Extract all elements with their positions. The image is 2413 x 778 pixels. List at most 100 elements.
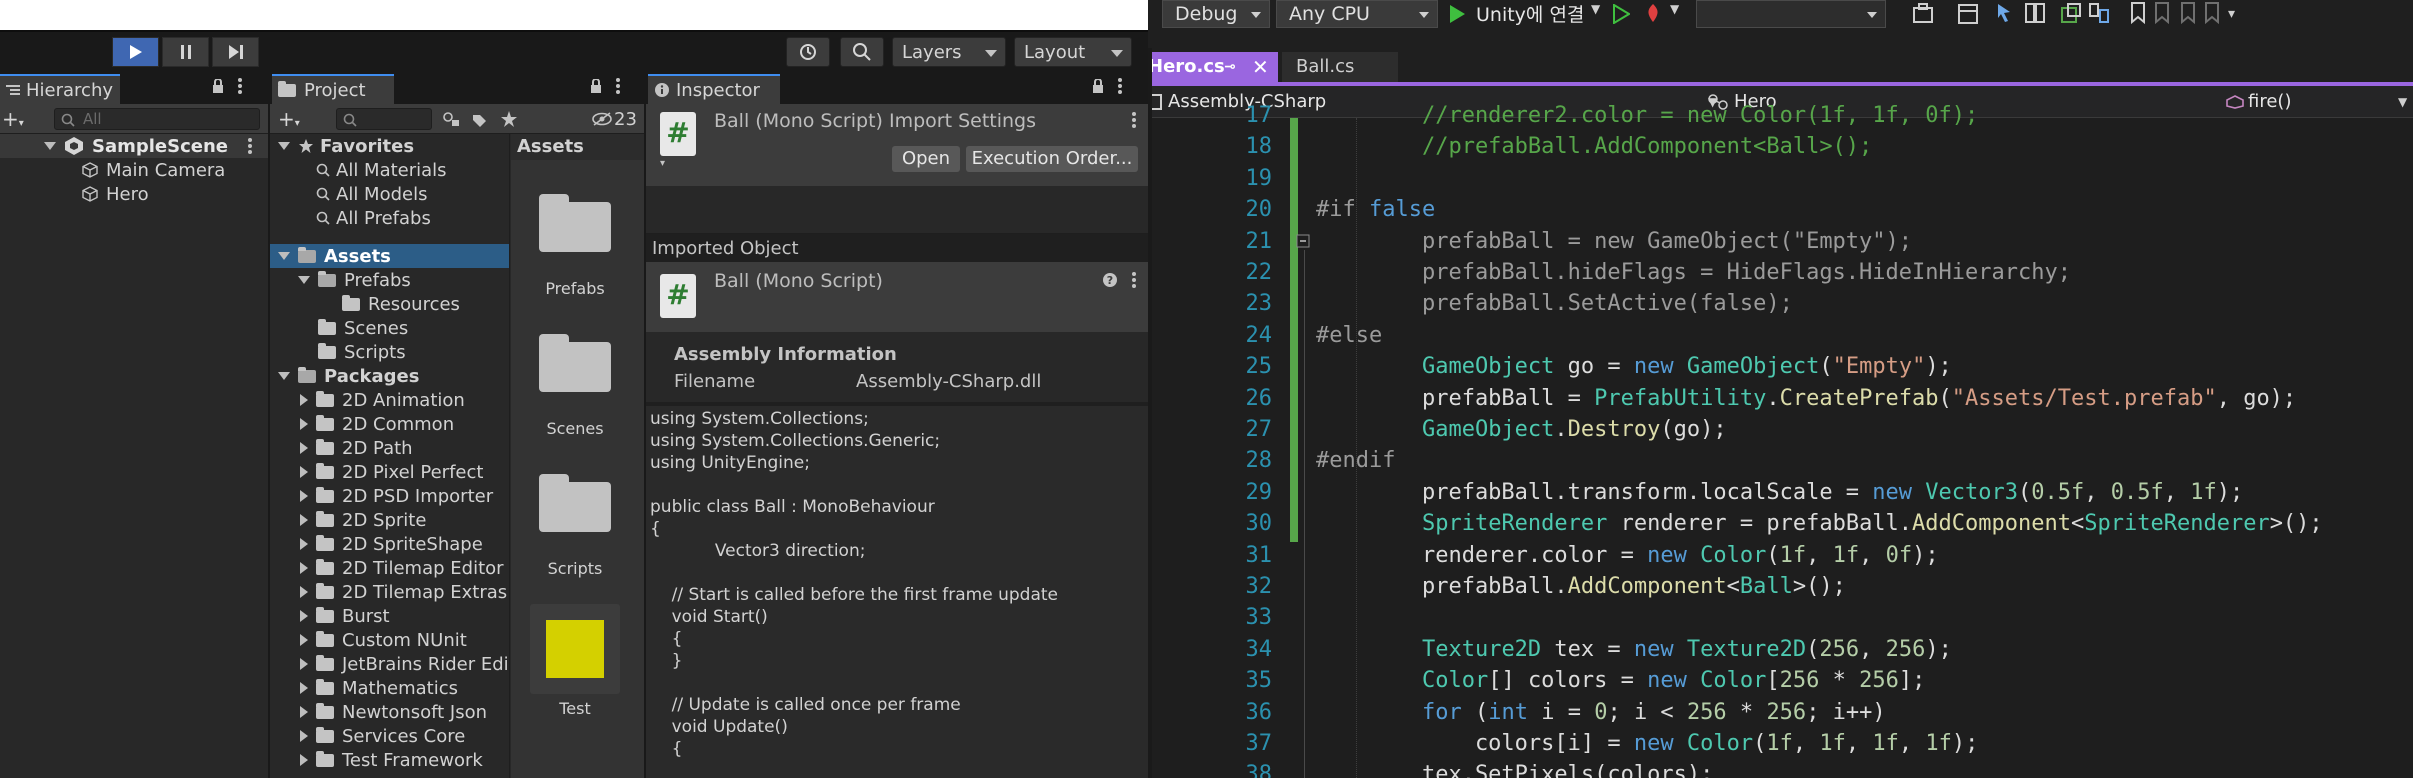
expand-icon[interactable]: [300, 610, 308, 622]
compare-icon[interactable]: [2088, 2, 2110, 24]
expand-icon[interactable]: [300, 514, 308, 526]
code-line[interactable]: #else: [1316, 320, 1382, 351]
tree-item-favorites[interactable]: Favorites: [270, 134, 509, 158]
code-line[interactable]: Color[] colors = new Color[256 * 256];: [1316, 665, 1925, 696]
play-button[interactable]: [112, 37, 159, 67]
test-prefab-thumbnail[interactable]: [530, 604, 620, 694]
collapse-region-icon[interactable]: [1296, 234, 1312, 250]
chevron-down-icon[interactable]: ▼: [1591, 2, 1600, 16]
kebab-menu-icon[interactable]: [1132, 272, 1136, 288]
expand-icon[interactable]: [300, 562, 308, 574]
tree-item-assets[interactable]: Assets: [270, 244, 509, 268]
search-by-label-icon[interactable]: [472, 111, 490, 127]
code-line[interactable]: prefabBall.AddComponent<Ball>();: [1316, 571, 1846, 602]
kebab-menu-icon[interactable]: [248, 138, 252, 154]
close-icon[interactable]: ✕: [1252, 52, 1269, 82]
lock-icon[interactable]: [1092, 79, 1104, 93]
hierarchy-item[interactable]: Hero: [0, 182, 268, 206]
layout-dropdown[interactable]: Layout: [1014, 37, 1132, 67]
tree-item-package[interactable]: Custom NUnit: [270, 628, 509, 652]
bookmark-clear-icon[interactable]: [2204, 2, 2220, 24]
hierarchy-search-input[interactable]: All: [54, 108, 260, 130]
code-line[interactable]: prefabBall.transform.localScale = new Ve…: [1316, 477, 2243, 508]
tree-item[interactable]: Scripts: [270, 340, 509, 364]
platform-dropdown[interactable]: Any CPU: [1276, 0, 1438, 28]
expand-icon[interactable]: [300, 730, 308, 742]
attach-unity-button[interactable]: Unity에 연결: [1476, 0, 1584, 27]
tab-hero-cs[interactable]: Hero.cs ⊸ ✕: [1148, 52, 1278, 82]
folder-large-icon[interactable]: [539, 474, 611, 532]
tree-item-package[interactable]: Newtonsoft Json: [270, 700, 509, 724]
tree-item-package[interactable]: 2D Sprite: [270, 508, 509, 532]
tree-item-package[interactable]: Burst: [270, 604, 509, 628]
expand-icon[interactable]: [278, 142, 290, 150]
scene-row[interactable]: SampleScene: [0, 134, 268, 158]
hidden-packages-eye-icon[interactable]: [592, 112, 612, 126]
code-editor[interactable]: 17 //renderer2.color = new Color(1f, 1f,…: [1148, 103, 2413, 778]
select-icon[interactable]: [1996, 2, 2020, 24]
tree-item-packages[interactable]: Packages: [270, 364, 509, 388]
tree-item-package[interactable]: 2D PSD Importer: [270, 484, 509, 508]
expand-icon[interactable]: [300, 634, 308, 646]
tree-item[interactable]: Resources: [270, 292, 509, 316]
config-dropdown[interactable]: Debug: [1162, 0, 1270, 28]
expand-icon[interactable]: [300, 682, 308, 694]
code-line[interactable]: prefabBall = new GameObject("Empty");: [1316, 226, 1912, 257]
code-line[interactable]: prefabBall.SetActive(false);: [1316, 288, 1793, 319]
tab-ball-cs[interactable]: Ball.cs: [1282, 52, 1398, 82]
execution-order-button[interactable]: Execution Order...: [966, 146, 1138, 172]
search-button[interactable]: [840, 37, 884, 67]
tree-item[interactable]: All Materials: [270, 158, 509, 182]
member-nav-dropdown[interactable]: fire(): [2226, 90, 2412, 114]
expand-icon[interactable]: [300, 418, 308, 430]
expand-icon[interactable]: [300, 658, 308, 670]
tree-item-package[interactable]: JetBrains Rider Edi: [270, 652, 509, 676]
code-line[interactable]: #if false: [1316, 194, 1435, 225]
tree-item-package[interactable]: Services Core: [270, 724, 509, 748]
pin-icon[interactable]: ⊸: [1224, 52, 1236, 82]
expand-icon[interactable]: [300, 706, 308, 718]
tree-item-package[interactable]: Test Framework: [270, 748, 509, 772]
tree-item-package[interactable]: 2D Animation: [270, 388, 509, 412]
help-icon[interactable]: ?: [1102, 272, 1118, 288]
expand-icon[interactable]: [300, 538, 308, 550]
tab-inspector[interactable]: Inspector: [648, 74, 780, 104]
chevron-down-icon[interactable]: ▼: [1670, 2, 1679, 16]
target-dropdown[interactable]: [1696, 0, 1886, 28]
start-debug-icon[interactable]: [1448, 4, 1466, 24]
folder-large-icon[interactable]: [539, 334, 611, 392]
code-line[interactable]: GameObject.Destroy(go);: [1316, 414, 1727, 445]
tree-item-package[interactable]: 2D Pixel Perfect: [270, 460, 509, 484]
bookmark-next-icon[interactable]: [2180, 2, 2196, 24]
tree-item-package[interactable]: 2D Tilemap Editor: [270, 556, 509, 580]
expand-icon[interactable]: [278, 372, 290, 380]
expand-icon[interactable]: [300, 586, 308, 598]
tree-item-package[interactable]: 2D Common: [270, 412, 509, 436]
code-line[interactable]: prefabBall = PrefabUtility.CreatePrefab(…: [1316, 383, 2296, 414]
hierarchy-item[interactable]: Main Camera: [0, 158, 268, 182]
create-button[interactable]: +▾: [2, 109, 24, 133]
open-button[interactable]: Open: [892, 146, 960, 172]
hot-reload-icon[interactable]: [1642, 2, 1664, 24]
bookmark-prev-icon[interactable]: [2154, 2, 2170, 24]
expand-icon[interactable]: [300, 490, 308, 502]
code-line[interactable]: for (int i = 0; i < 256 * 256; i++): [1316, 697, 1886, 728]
expand-icon[interactable]: [278, 252, 290, 260]
search-by-type-icon[interactable]: [442, 111, 460, 127]
tree-item-package[interactable]: Mathematics: [270, 676, 509, 700]
kebab-menu-icon[interactable]: [1118, 78, 1122, 94]
expand-icon[interactable]: [300, 442, 308, 454]
expand-icon[interactable]: [300, 466, 308, 478]
kebab-menu-icon[interactable]: [1132, 112, 1136, 128]
code-line[interactable]: SpriteRenderer renderer = prefabBall.Add…: [1316, 508, 2323, 539]
kebab-menu-icon[interactable]: [616, 78, 620, 94]
step-button[interactable]: [212, 37, 259, 67]
expand-icon[interactable]: [298, 276, 310, 284]
bookmark-icon[interactable]: [2130, 2, 2146, 24]
code-line[interactable]: prefabBall.hideFlags = HideFlags.HideInH…: [1316, 257, 2071, 288]
project-search-input[interactable]: [336, 108, 432, 130]
code-line[interactable]: tex.SetPixels(colors);: [1316, 759, 1713, 778]
expand-icon[interactable]: [300, 394, 308, 406]
tree-item[interactable]: Prefabs: [270, 268, 509, 292]
expand-icon[interactable]: [300, 754, 308, 766]
